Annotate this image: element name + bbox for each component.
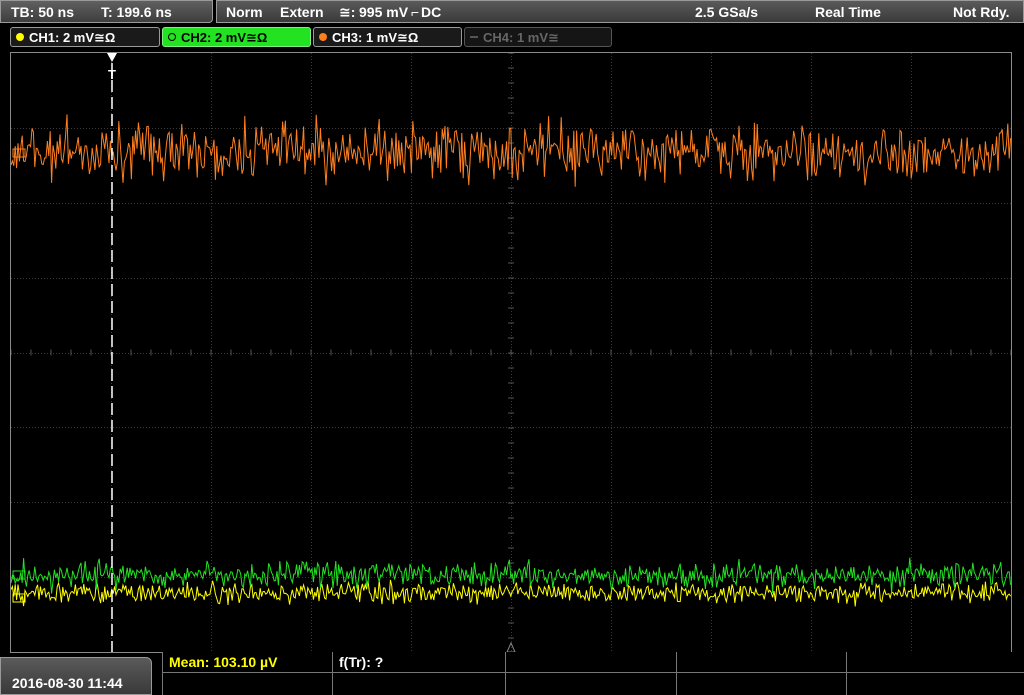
ch2-color-icon bbox=[168, 33, 176, 41]
datetime-box: 2016-08-30 11:44 bbox=[0, 657, 152, 695]
waveform-canvas: T bbox=[11, 53, 1011, 652]
channel-tab-ch3[interactable]: CH3: 1 mV≅Ω bbox=[313, 27, 462, 47]
acquisition-mode: Real Time bbox=[815, 4, 881, 20]
ch4-off-icon bbox=[470, 36, 478, 38]
timebase-value: TB: 50 ns bbox=[11, 4, 75, 20]
ch1-color-icon bbox=[16, 33, 24, 41]
measurement-cell-mean[interactable]: Mean: 103.10 µV bbox=[162, 652, 332, 695]
ch3-color-icon bbox=[319, 33, 327, 41]
waveform-display[interactable]: T bbox=[10, 52, 1012, 653]
channel-tab-ch4[interactable]: CH4: 1 mV≅ bbox=[464, 27, 612, 47]
trigger-source: Extern bbox=[280, 4, 324, 20]
measurement-cell-empty[interactable] bbox=[676, 652, 846, 695]
trigger-coupling: DC bbox=[421, 4, 442, 20]
measurement-ftr: f(Tr): ? bbox=[339, 654, 384, 670]
measurement-mean: Mean: 103.10 µV bbox=[169, 654, 278, 670]
channel-label: CH1: 2 mV≅Ω bbox=[29, 30, 116, 45]
trigger-mode: Norm bbox=[226, 4, 263, 20]
trigger-time-value: T: 199.6 ns bbox=[101, 4, 172, 20]
trigger-level: 995 mV bbox=[359, 4, 409, 20]
channel-label: CH3: 1 mV≅Ω bbox=[332, 30, 419, 45]
trigger-settings-bar[interactable]: Norm Extern ≅: 995 mV ⌐ DC 2.5 GSa/s Rea… bbox=[216, 0, 1024, 23]
channel-label: CH2: 2 mV≅Ω bbox=[181, 30, 268, 45]
ch3-trace bbox=[11, 114, 1011, 187]
datetime-label: 2016-08-30 11:44 bbox=[12, 675, 123, 691]
acquisition-status: Not Rdy. bbox=[953, 4, 1010, 20]
trigger-arrow-icon bbox=[107, 53, 117, 62]
trigger-slope-icon: ⌐ bbox=[411, 4, 420, 20]
measurement-cell-empty[interactable] bbox=[846, 652, 1016, 695]
trigger-position-marker[interactable]: T bbox=[107, 53, 117, 652]
channel-tab-ch2[interactable]: CH2: 2 mV≅Ω bbox=[162, 27, 311, 47]
trigger-coupling-icon: ≅: bbox=[339, 4, 356, 20]
timebase-box[interactable]: TB: 50 ns T: 199.6 ns bbox=[0, 0, 213, 23]
channel-tab-ch1[interactable]: CH1: 2 mV≅Ω bbox=[10, 27, 160, 47]
status-bar: TB: 50 ns T: 199.6 ns Norm Extern ≅: 995… bbox=[0, 0, 1024, 25]
measurement-cell-ftr[interactable]: f(Tr): ? bbox=[332, 652, 505, 695]
measurement-panel[interactable]: Mean: 103.10 µV f(Tr): ? bbox=[162, 652, 1024, 695]
trigger-marker-label: T bbox=[108, 67, 116, 82]
channel-label: CH4: 1 mV≅ bbox=[483, 30, 559, 45]
sample-rate: 2.5 GSa/s bbox=[695, 4, 759, 20]
measurement-cell-empty[interactable] bbox=[505, 652, 676, 695]
